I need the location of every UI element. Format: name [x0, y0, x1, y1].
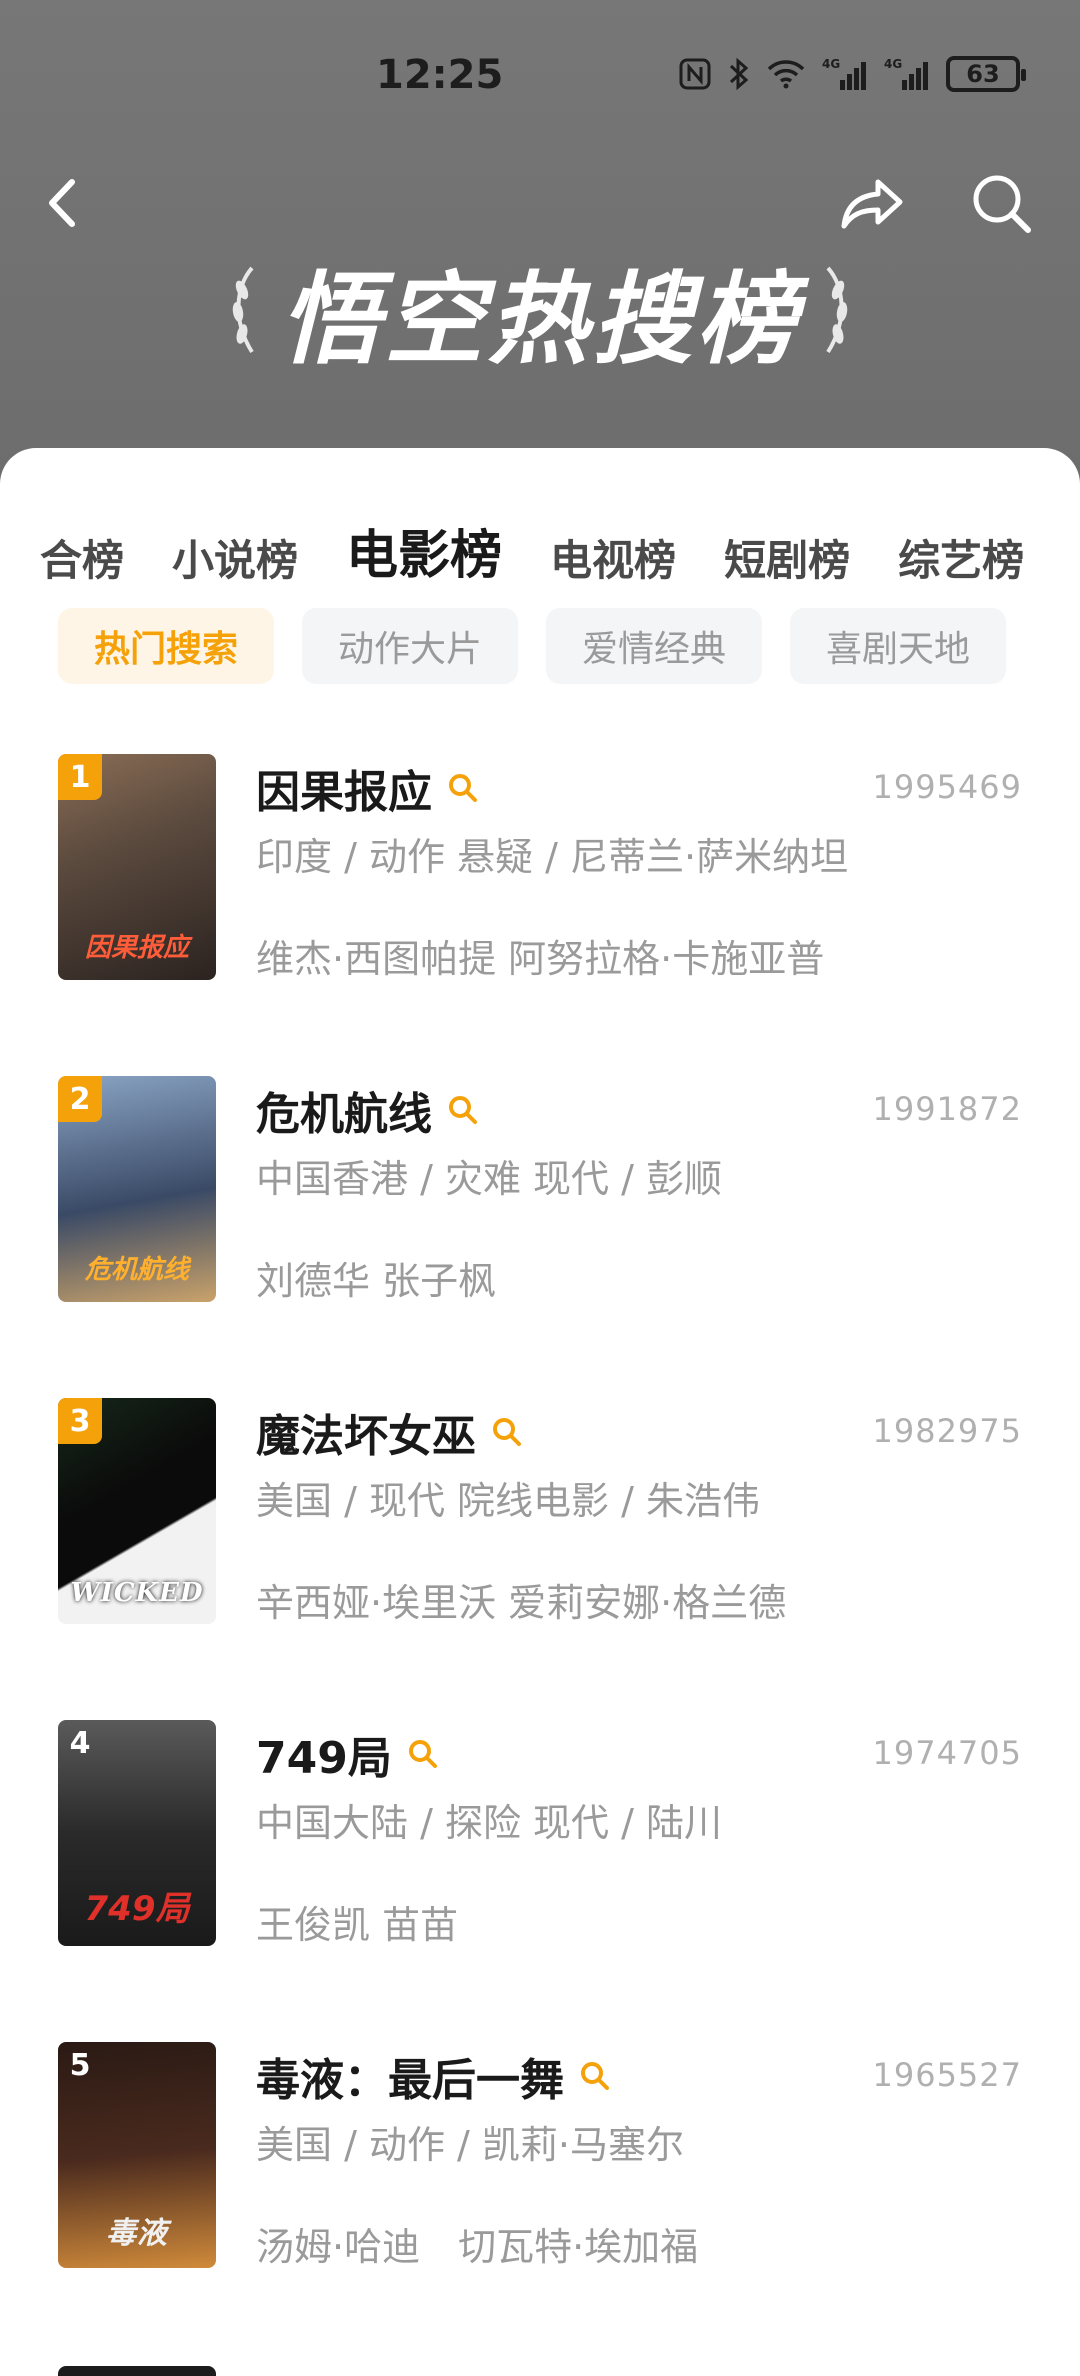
poster-title-art: 危机航线 [84, 1255, 189, 1285]
poster-image[interactable]: 3 WICKED [58, 1398, 216, 1624]
movie-meta: 美国 / 动作 / 凯莉·马塞尔 [256, 2123, 685, 2167]
movie-meta: 印度 / 动作 悬疑 / 尼蒂兰·萨米纳坦 [256, 835, 849, 879]
movie-meta: 美国 / 现代 院线电影 / 朱浩伟 [256, 1479, 761, 1523]
search-icon[interactable] [406, 1737, 440, 1771]
search-icon[interactable] [490, 1415, 524, 1449]
tab-movie[interactable]: 电影榜 [346, 513, 502, 588]
filter-chips: 热门搜索 动作大片 爱情经典 喜剧天地 [58, 608, 1006, 684]
chip-romance[interactable]: 爱情经典 [546, 608, 762, 684]
list-item[interactable]: 5 毒液 毒液：最后一舞 1965527 美国 / 动作 / 凯莉·马塞尔 汤姆… [0, 2042, 1080, 2364]
list-item[interactable]: 1 因果报应 因果报应 1995469 印度 / 动作 悬疑 / 尼蒂兰·萨米纳… [0, 754, 1080, 1076]
heat-count: 1965527 [872, 2056, 1022, 2094]
back-button[interactable] [40, 168, 90, 238]
chevron-left-icon [49, 179, 75, 227]
tab-short-drama[interactable]: 短剧榜 [724, 527, 850, 588]
rank-badge: 4 [69, 1725, 91, 1761]
content-sheet: 合榜 小说榜 电影榜 电视榜 短剧榜 综艺榜 热门搜索 动作大片 爱情经典 喜剧… [0, 448, 1080, 2376]
search-icon[interactable] [446, 1093, 480, 1127]
share-button[interactable] [838, 168, 908, 238]
status-time: 12:25 [376, 52, 504, 98]
movie-meta: 中国大陆 / 探险 现代 / 陆川 [256, 1801, 723, 1845]
poster-image[interactable]: 1 因果报应 [58, 754, 216, 980]
poster-title-art: 毒液 [106, 2216, 168, 2251]
movie-title[interactable]: 毒液：最后一舞 [256, 2044, 564, 2108]
heat-count: 1995469 [872, 768, 1022, 806]
status-bar: 12:25 4G 4G 63 [0, 40, 1080, 120]
search-icon [973, 175, 1031, 233]
svg-text:4G: 4G [822, 57, 840, 71]
movie-cast: 汤姆·哈迪 切瓦特·埃加福 [256, 2225, 699, 2269]
movie-title[interactable]: 危机航线 [256, 1078, 432, 1142]
page-title-area: 悟空热搜榜 [0, 250, 1080, 378]
poster-image[interactable]: 5 毒液 [58, 2042, 216, 2268]
heat-count: 1974705 [872, 1734, 1022, 1772]
chip-hot-search[interactable]: 热门搜索 [58, 608, 274, 684]
heat-count: 1991872 [872, 1090, 1022, 1128]
movie-title[interactable]: 因果报应 [256, 756, 432, 820]
tab-novel[interactable]: 小说榜 [172, 527, 298, 588]
poster-title-art: WICKED [70, 1578, 204, 1608]
movie-cast: 王俊凯 苗苗 [256, 1903, 459, 1947]
svg-text:4G: 4G [884, 57, 902, 71]
heat-count: 1982975 [872, 1412, 1022, 1450]
movie-title[interactable]: 魔法坏女巫 [256, 1400, 476, 1464]
poster-title-art: 因果报应 [84, 933, 189, 963]
poster-image[interactable]: 4 749局 [58, 1720, 216, 1946]
battery-indicator: 63 [946, 56, 1026, 92]
movie-title[interactable]: 749局 [256, 1722, 392, 1786]
signal-4g-icon: 4G [822, 56, 868, 92]
movie-cast: 刘德华 张子枫 [256, 1259, 497, 1303]
list-item[interactable]: 4 749局 749局 1974705 中国大陆 / 探险 现代 / 陆川 王俊… [0, 1720, 1080, 2042]
list-item[interactable]: 2 危机航线 危机航线 1991872 中国香港 / 灾难 现代 / 彭顺 刘德… [0, 1076, 1080, 1398]
rank-badge: 3 [58, 1398, 102, 1444]
bluetooth-icon [728, 56, 750, 92]
movie-list: 1 因果报应 因果报应 1995469 印度 / 动作 悬疑 / 尼蒂兰·萨米纳… [0, 754, 1080, 2364]
tab-tv[interactable]: 电视榜 [550, 527, 676, 588]
search-button[interactable] [966, 168, 1036, 238]
wifi-icon [766, 58, 806, 90]
page-title: 悟空热搜榜 [280, 260, 800, 378]
list-item[interactable]: 3 WICKED 魔法坏女巫 1982975 美国 / 现代 院线电影 / 朱浩… [0, 1398, 1080, 1720]
movie-cast: 维杰·西图帕提 阿努拉格·卡施亚普 [256, 937, 825, 981]
next-poster-partial [58, 2366, 216, 2376]
laurel-left-icon [232, 266, 254, 354]
nfc-icon [678, 57, 712, 91]
poster-title-art: 749局 [84, 1889, 190, 1929]
tab-variety[interactable]: 综艺榜 [898, 527, 1024, 588]
rank-badge: 2 [58, 1076, 102, 1122]
rank-badge: 1 [58, 754, 102, 800]
movie-cast: 辛西娅·埃里沃 爱莉安娜·格兰德 [256, 1581, 787, 1625]
poster-image[interactable]: 2 危机航线 [58, 1076, 216, 1302]
share-icon [841, 179, 903, 229]
status-icons: 4G 4G 63 [678, 56, 1026, 92]
tab-overall[interactable]: 合榜 [40, 527, 124, 588]
search-icon[interactable] [446, 771, 480, 805]
rank-badge: 5 [69, 2047, 91, 2083]
signal-4g-icon-2: 4G [884, 56, 930, 92]
chip-comedy[interactable]: 喜剧天地 [790, 608, 1006, 684]
category-tabs: 合榜 小说榜 电影榜 电视榜 短剧榜 综艺榜 [40, 508, 1080, 588]
movie-meta: 中国香港 / 灾难 现代 / 彭顺 [256, 1157, 723, 1201]
chip-action[interactable]: 动作大片 [302, 608, 518, 684]
search-icon[interactable] [578, 2059, 612, 2093]
laurel-right-icon [826, 266, 848, 354]
